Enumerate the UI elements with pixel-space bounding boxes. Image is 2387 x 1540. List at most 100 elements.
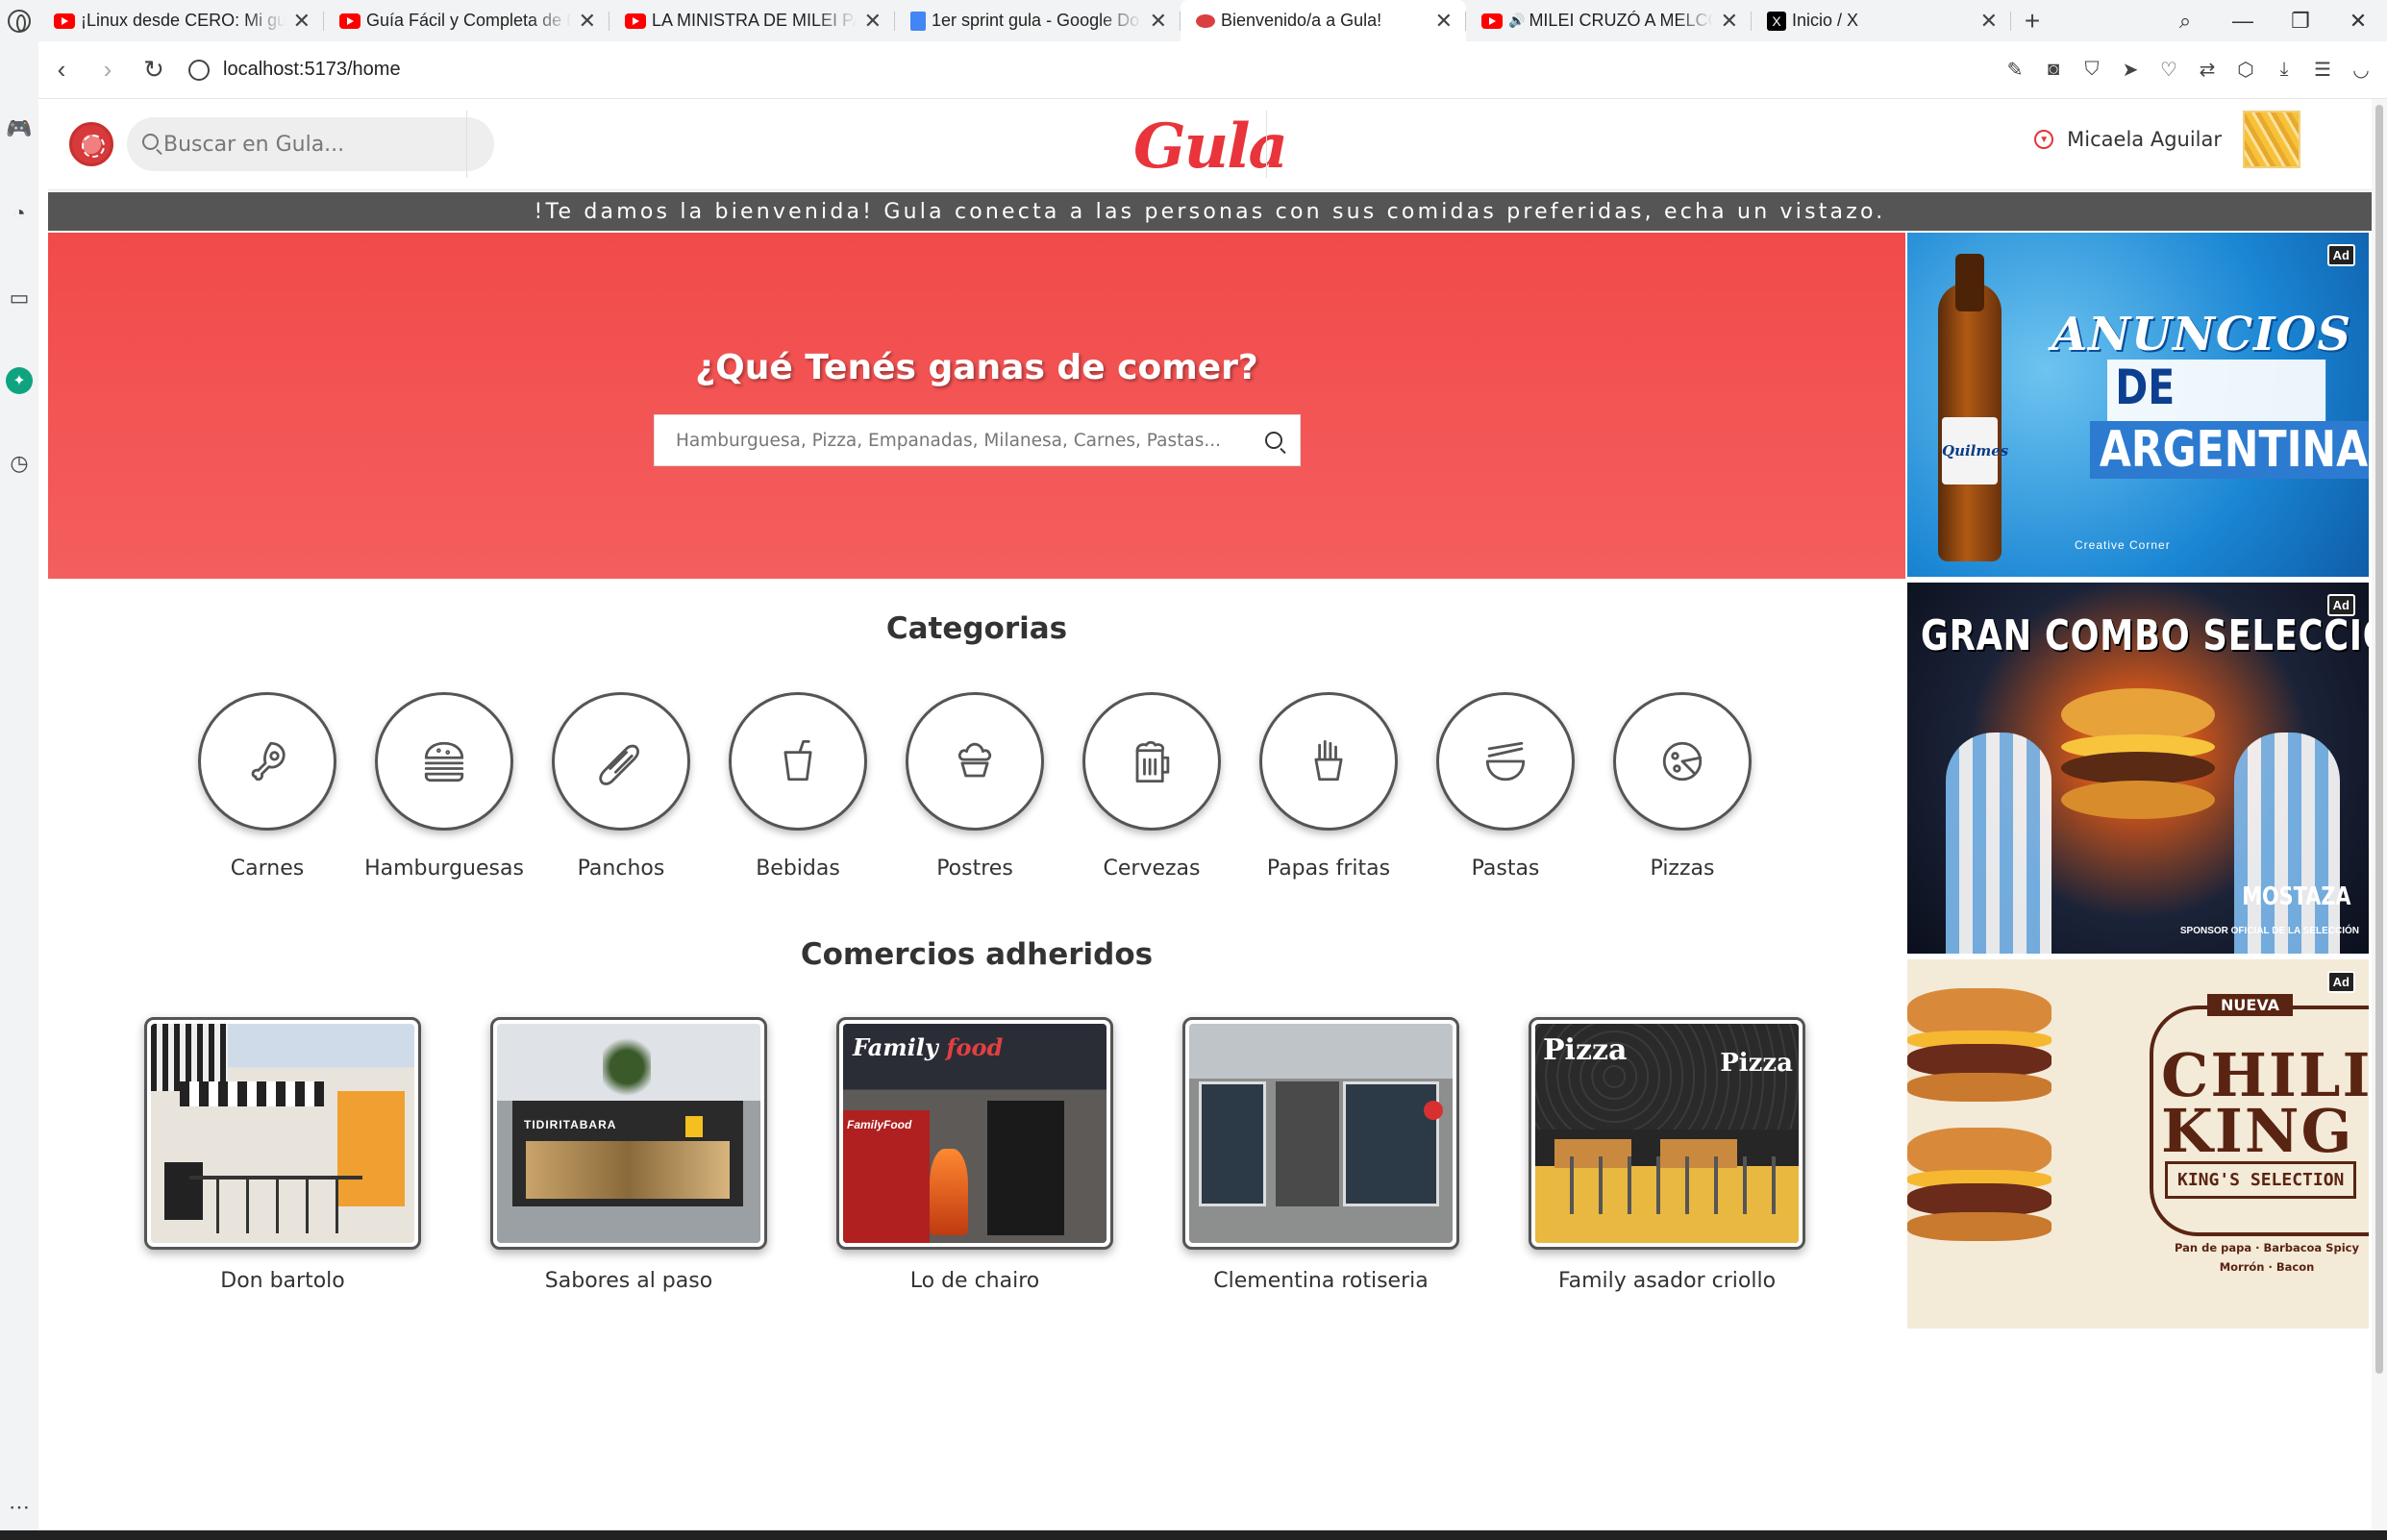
translate-icon[interactable]: ⇄	[2191, 54, 2224, 87]
browser-tab[interactable]: X Inicio / X ✕	[1752, 0, 2011, 41]
minimize-icon[interactable]: —	[2214, 9, 2272, 34]
reload-icon[interactable]: ↻	[131, 55, 177, 85]
category-button[interactable]	[552, 692, 690, 831]
category-pizzas[interactable]: Pizzas	[1613, 692, 1752, 881]
food-search-input[interactable]: Hamburguesa, Pizza, Empanadas, Milanesa,…	[654, 414, 1301, 466]
shield-icon[interactable]: ⛉	[2076, 54, 2108, 87]
browser-tab-active[interactable]: Bienvenido/a a Gula! ✕	[1181, 0, 1466, 41]
scrollbar-thumb[interactable]	[2375, 105, 2383, 1374]
browser-tab[interactable]: ¡Linux desde CERO: Mi guía ✕	[38, 0, 324, 41]
close-window-icon[interactable]: ✕	[2329, 9, 2387, 34]
category-button[interactable]	[1082, 692, 1221, 831]
maximize-icon[interactable]: ❐	[2272, 9, 2329, 34]
category-label: Panchos	[577, 857, 665, 881]
category-postres[interactable]: Postres	[906, 692, 1044, 881]
avatar[interactable]	[2243, 111, 2300, 168]
browser-tab[interactable]: LA MINISTRA DE MILEI PAT ✕	[609, 0, 895, 41]
chatgpt-icon[interactable]: ✦	[6, 367, 33, 394]
category-button[interactable]	[1613, 692, 1752, 831]
chili-king-ad[interactable]: Ad NUEVA CHILI KING KING'S SELECTION Pan…	[1907, 959, 2369, 1329]
tab-title: LA MINISTRA DE MILEI PAT	[652, 11, 857, 30]
page-scrollbar[interactable]	[2372, 99, 2387, 1531]
comercio-card[interactable]: Family food FamilyFood Lo de chairo	[836, 1017, 1113, 1293]
category-button[interactable]	[906, 692, 1044, 831]
category-bebidas[interactable]: Bebidas	[729, 692, 867, 881]
chevron-down-icon[interactable]: ▼	[2034, 130, 2054, 149]
browser-tab[interactable]: 🔊 MILEI CRUZÓ A MELCO ✕	[1466, 0, 1752, 41]
browser-tab[interactable]: Guía Fácil y Completa de E ✕	[324, 0, 609, 41]
category-button[interactable]	[1436, 692, 1575, 831]
comercio-card[interactable]: TIDIRITABARA Sabores al paso	[490, 1017, 767, 1293]
close-tab-icon[interactable]: ✕	[1721, 9, 1738, 34]
speed-dial-icon[interactable]: ◔	[4, 198, 35, 229]
briefcase-icon[interactable]: ▭	[4, 283, 35, 313]
cube-icon[interactable]: ⬡	[2229, 54, 2262, 87]
download-icon[interactable]: ⤓	[2268, 54, 2300, 87]
categories-title: Categorias	[885, 611, 1068, 646]
comercio-card[interactable]: Pizza Pizza Family asador criollo	[1529, 1017, 1805, 1293]
category-papas-fritas[interactable]: Papas fritas	[1259, 692, 1398, 881]
comercio-card[interactable]: Don bartolo	[144, 1017, 421, 1293]
ad-badge: Ad	[2326, 244, 2355, 266]
gamepad-icon[interactable]: 🎮	[4, 113, 35, 144]
comercio-name[interactable]: Family asador criollo	[1558, 1269, 1776, 1293]
comercio-photo[interactable]	[1182, 1017, 1459, 1250]
browser-tab[interactable]: 1er sprint gula - Google Do ✕	[895, 0, 1181, 41]
close-tab-icon[interactable]: ✕	[864, 9, 882, 34]
comercio-card[interactable]: Clementina rotiseria	[1182, 1017, 1459, 1293]
hero-banner: ¿Qué Tenés ganas de comer? Hamburguesa, …	[48, 233, 1905, 579]
category-pastas[interactable]: Pastas	[1436, 692, 1575, 881]
settings-icon[interactable]: ☰	[2306, 54, 2339, 87]
profile-icon[interactable]: ◡	[2345, 54, 2377, 87]
audio-playing-icon[interactable]: 🔊	[1508, 12, 1525, 29]
category-cervezas[interactable]: Cervezas	[1082, 692, 1221, 881]
category-panchos[interactable]: Panchos	[552, 692, 690, 881]
youtube-icon	[625, 12, 646, 29]
pasta-icon	[1485, 741, 1526, 782]
send-icon[interactable]: ➤	[2114, 54, 2147, 87]
edit-icon[interactable]: ✎	[1999, 54, 2031, 87]
combo-ad[interactable]: Ad GRAN COMBO SELECCION MOSTAZA SPONSOR …	[1907, 583, 2369, 954]
user-menu[interactable]: ▼ Micaela Aguilar	[2034, 111, 2300, 168]
site-info-icon[interactable]	[188, 59, 210, 81]
beer-ad[interactable]: Ad Quilmes ANUNCIOS DE CERVEZA ARGENTINA…	[1907, 233, 2369, 577]
comercio-name[interactable]: Sabores al paso	[545, 1269, 712, 1293]
close-tab-icon[interactable]: ✕	[579, 9, 596, 34]
new-tab-button[interactable]: +	[2011, 6, 2053, 37]
pizza-logo-icon[interactable]	[69, 122, 113, 166]
search-icon[interactable]	[1265, 432, 1282, 449]
comercio-photo[interactable]: Family food FamilyFood	[836, 1017, 1113, 1250]
history-icon[interactable]: ◷	[4, 448, 35, 479]
header-search-input[interactable]: Buscar en Gula...	[127, 117, 494, 171]
youtube-icon	[54, 12, 75, 29]
close-tab-icon[interactable]: ✕	[1980, 9, 1998, 34]
camera-icon[interactable]: ◙	[2037, 54, 2070, 87]
category-hamburguesas[interactable]: Hamburguesas	[364, 692, 524, 881]
storefront-image	[1189, 1024, 1453, 1243]
tab-title: 1er sprint gula - Google Do	[932, 11, 1140, 30]
back-icon[interactable]: ‹	[38, 55, 85, 85]
category-label: Bebidas	[756, 857, 840, 881]
category-button[interactable]	[375, 692, 513, 831]
heart-icon[interactable]: ♡	[2152, 54, 2185, 87]
forward-icon[interactable]: ›	[85, 55, 131, 85]
close-tab-icon[interactable]: ✕	[1435, 9, 1453, 34]
url-field[interactable]: localhost:5173/home	[223, 59, 401, 81]
comercio-name[interactable]: Don bartolo	[220, 1269, 345, 1293]
brand-logo[interactable]: Gula	[1133, 111, 1288, 183]
comercio-photo[interactable]: Pizza Pizza	[1529, 1017, 1805, 1250]
category-button[interactable]	[729, 692, 867, 831]
search-tabs-icon[interactable]: ⌕	[2156, 9, 2214, 34]
category-carnes[interactable]: Carnes	[198, 692, 336, 881]
comercio-photo[interactable]: TIDIRITABARA	[490, 1017, 767, 1250]
category-button[interactable]	[1259, 692, 1398, 831]
opera-logo-icon[interactable]	[0, 0, 38, 41]
close-tab-icon[interactable]: ✕	[1150, 9, 1167, 34]
ad-description: Pan de papa · Barbacoa Spicy Morrón · Ba…	[2165, 1238, 2369, 1277]
comercio-name[interactable]: Lo de chairo	[910, 1269, 1039, 1293]
comercio-photo[interactable]	[144, 1017, 421, 1250]
comercio-name[interactable]: Clementina rotiseria	[1213, 1269, 1428, 1293]
more-icon[interactable]: ⋯	[4, 1492, 35, 1523]
category-button[interactable]	[198, 692, 336, 831]
close-tab-icon[interactable]: ✕	[293, 9, 311, 34]
